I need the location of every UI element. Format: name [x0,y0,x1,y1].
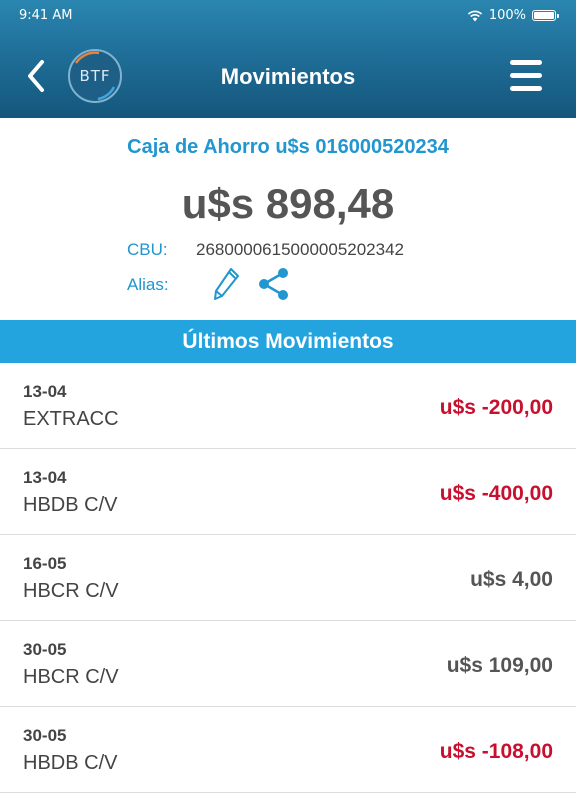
movements-list: 13-04 EXTRACC u$s -200,00 13-04 HBDB C/V… [0,363,576,793]
menu-bar [510,86,542,91]
app-header: 9:41 AM 100% BTF Movimientos [0,0,576,118]
movement-date: 30-05 [23,640,67,659]
movement-description: EXTRACC [23,408,119,430]
menu-bar [510,60,542,65]
battery-percentage: 100% [488,8,526,23]
account-balance: u$s 898,48 [181,180,395,227]
movement-date: 16-05 [23,554,67,573]
movement-row[interactable]: 13-04 EXTRACC u$s -200,00 [0,363,576,449]
movement-amount: u$s 4,00 [470,568,553,591]
status-bar: 9:41 AM 100% [0,0,576,32]
movement-description: HBDB C/V [23,494,118,516]
account-title: Caja de Ahorro u$s 016000520234 [127,136,449,158]
cbu-value: 2680000615000005202342 [196,240,405,259]
pencil-edit-icon[interactable] [212,266,242,302]
section-header: Últimos Movimientos [0,320,576,363]
movement-description: HBDB C/V [23,752,118,774]
movement-date: 13-04 [23,468,67,487]
wifi-icon [467,10,482,21]
status-time: 9:41 AM [19,8,73,23]
movement-date: 30-05 [23,726,67,745]
movement-description: HBCR C/V [23,666,119,688]
share-icon[interactable] [256,266,292,302]
movement-row[interactable]: 16-05 HBCR C/V u$s 4,00 [0,535,576,621]
movement-row[interactable]: 30-05 HBDB C/V u$s -108,00 [0,707,576,793]
movement-amount: u$s -108,00 [439,740,553,763]
movement-amount: u$s -200,00 [439,396,553,419]
alias-label: Alias: [127,275,169,294]
status-right: 100% [467,8,559,23]
movement-description: HBCR C/V [23,580,119,602]
movement-amount: u$s -400,00 [439,482,553,505]
movement-date: 13-04 [23,382,67,401]
movement-row[interactable]: 30-05 HBCR C/V u$s 109,00 [0,621,576,707]
movement-amount: u$s 109,00 [446,654,553,677]
movement-row[interactable]: 13-04 HBDB C/V u$s -400,00 [0,449,576,535]
page-title: Movimientos [220,64,356,89]
battery-icon [532,10,559,21]
hamburger-menu-icon[interactable] [510,60,542,91]
menu-bar [510,73,542,78]
cbu-label: CBU: [127,240,168,259]
